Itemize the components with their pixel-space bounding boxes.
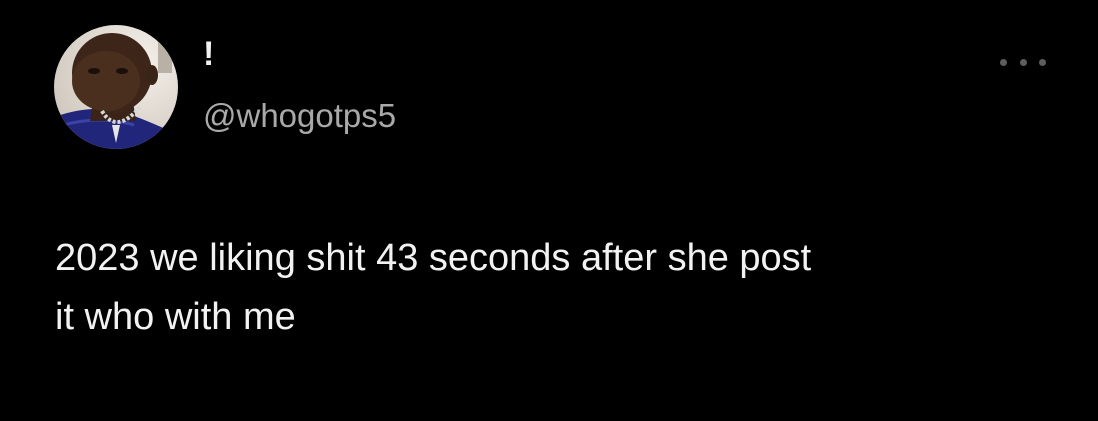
more-horizontal-icon-dot xyxy=(1019,58,1027,66)
more-horizontal-icon xyxy=(1000,58,1007,66)
more-horizontal-icon-dot xyxy=(1039,58,1046,66)
more-options-button[interactable] xyxy=(1000,50,1046,74)
avatar-photo xyxy=(54,25,178,149)
display-name[interactable]: ! xyxy=(203,34,214,74)
tweet-text-line-1: 2023 we liking shit 43 seconds after she… xyxy=(55,237,812,279)
tweet-card: ! @whogotps5 2023 we liking shit 43 seco… xyxy=(0,0,1098,421)
tweet-text-line-2: it who with me xyxy=(55,296,296,338)
user-handle[interactable]: @whogotps5 xyxy=(203,97,396,135)
tweet-text: 2023 we liking shit 43 seconds after she… xyxy=(55,229,1055,347)
avatar[interactable] xyxy=(54,25,178,149)
